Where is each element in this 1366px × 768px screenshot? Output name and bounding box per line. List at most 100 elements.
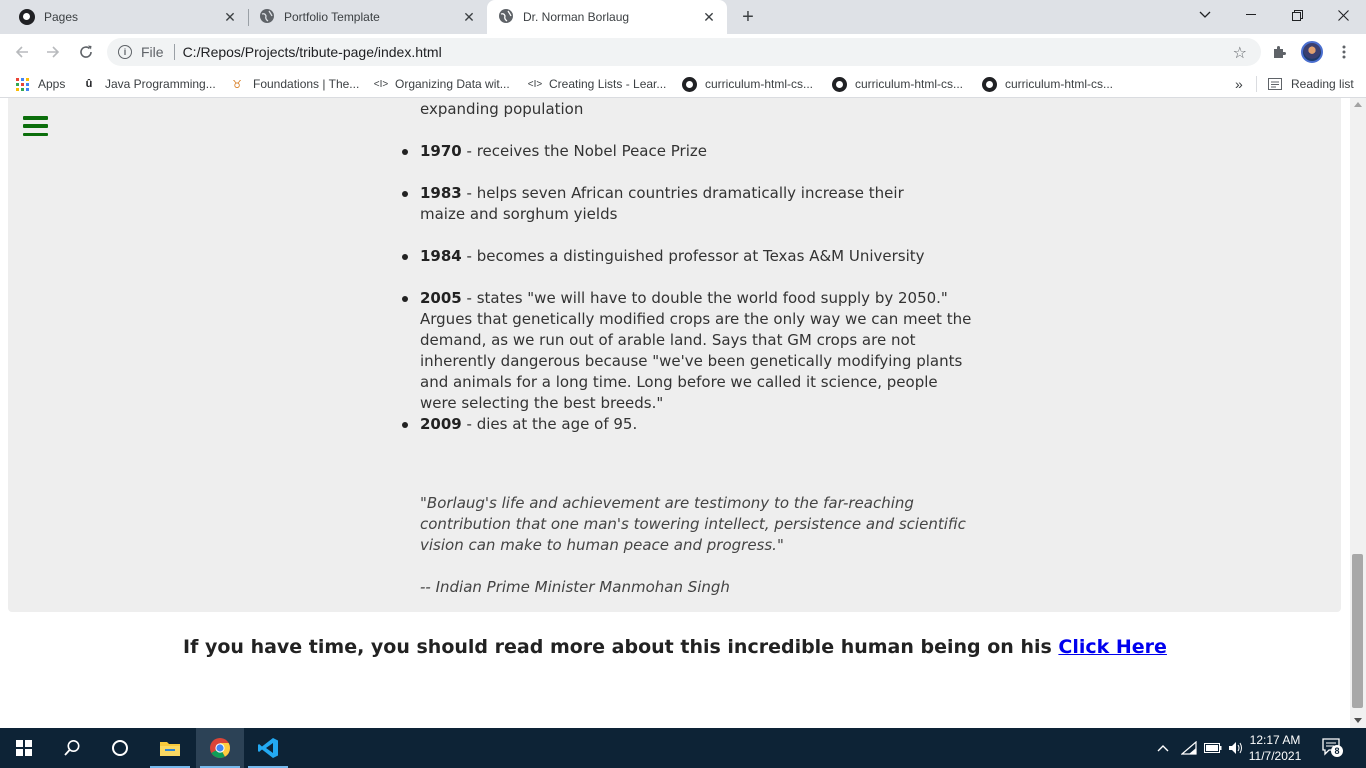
start-button[interactable] [0, 728, 48, 768]
tab-search-icon[interactable] [1182, 0, 1228, 30]
folder-icon [160, 742, 180, 756]
timeline-year: 2009 [420, 415, 462, 433]
tab-pages[interactable]: Pages ✕ [0, 0, 248, 34]
info-icon[interactable]: i [118, 45, 132, 59]
minimize-button[interactable] [1228, 0, 1274, 30]
timeline-text: - dies at the age of 95. [461, 415, 638, 433]
timeline-year: 1983 [420, 184, 462, 202]
clock-time: 12:17 AM [1249, 733, 1301, 747]
bookmark-organizing-data[interactable]: <I> Organizing Data wit... [373, 75, 510, 93]
code-icon: <I> [527, 78, 543, 90]
bookmark-label: curriculum-html-cs... [705, 77, 814, 91]
scrollbar-thumb[interactable] [1352, 554, 1363, 708]
reading-list-icon [1267, 76, 1283, 92]
globe-icon [259, 8, 275, 27]
odin-icon: ♉ [232, 78, 242, 91]
bookmark-label: Java Programming... [105, 77, 216, 91]
bookmark-label: Foundations | The... [253, 77, 360, 91]
timeline-year: 1984 [420, 247, 462, 265]
tab-title: Pages [44, 10, 79, 24]
bookmarks-divider [1256, 76, 1257, 92]
profile-avatar[interactable] [1301, 41, 1323, 63]
bookmark-label: curriculum-html-cs... [1005, 77, 1114, 91]
address-bar[interactable]: i File C:/Repos/Projects/tribute-page/in… [107, 38, 1261, 66]
timeline-year: 2005 [420, 289, 462, 307]
read-more-text: If you have time, you should read more a… [183, 636, 1059, 658]
github-icon [831, 76, 847, 92]
forward-button[interactable] [40, 39, 66, 65]
close-tab-icon[interactable]: ✕ [461, 9, 477, 25]
new-tab-button[interactable]: + [737, 6, 759, 28]
globe-icon [498, 8, 514, 27]
bookmark-label: curriculum-html-cs... [855, 77, 964, 91]
show-hidden-icons-button[interactable] [1157, 728, 1169, 768]
timeline-text: - receives the Nobel Peace Prize [461, 142, 707, 160]
vertical-scrollbar[interactable] [1350, 98, 1366, 728]
close-tab-icon[interactable]: ✕ [701, 9, 717, 25]
system-clock[interactable]: 12:17 AM 11/7/2021 [1240, 732, 1310, 764]
url-text[interactable]: C:/Repos/Projects/tribute-page/index.htm… [183, 44, 442, 60]
reading-list-button[interactable]: Reading list [1267, 75, 1354, 93]
bookmark-creating-lists[interactable]: <I> Creating Lists - Lear... [527, 75, 667, 93]
reading-list-label: Reading list [1291, 77, 1354, 91]
bookmarks-overflow-button[interactable]: » [1235, 75, 1243, 93]
timeline-item: 2005 - states "we will have to double th… [402, 288, 972, 414]
vscode-icon [258, 738, 278, 758]
bookmark-curriculum-3[interactable]: curriculum-html-cs... [981, 75, 1113, 93]
read-more-sentence: If you have time, you should read more a… [0, 636, 1350, 658]
notification-center-button[interactable]: 8 [1322, 737, 1343, 757]
search-icon [64, 740, 80, 756]
search-button[interactable] [48, 728, 96, 768]
tab-portfolio-template[interactable]: Portfolio Template ✕ [249, 0, 487, 34]
tab-dr-norman-borlaug[interactable]: Dr. Norman Borlaug ✕ [487, 0, 727, 34]
battery-icon[interactable] [1204, 728, 1222, 768]
bookmark-java-programming[interactable]: û Java Programming... [81, 75, 216, 93]
extensions-puzzle-icon[interactable] [1268, 41, 1290, 63]
vscode-taskbar-button[interactable] [244, 728, 292, 768]
file-explorer-button[interactable] [146, 728, 194, 768]
cortana-button[interactable] [96, 728, 144, 768]
windows-logo-icon [16, 740, 32, 756]
clock-date: 11/7/2021 [1248, 749, 1302, 763]
back-button[interactable] [9, 39, 35, 65]
hamburger-menu-icon[interactable] [23, 116, 48, 136]
timeline-text: - states "we will have to double the wor… [420, 289, 972, 412]
borlaug-quote: "Borlaug's life and achievement are test… [420, 494, 966, 554]
restore-button[interactable] [1274, 0, 1320, 30]
timeline-item: 2009 - dies at the age of 95. [402, 414, 980, 435]
bookmark-label: Apps [38, 77, 66, 91]
timeline-item: 1970 - receives the Nobel Peace Prize [402, 141, 980, 162]
bookmark-star-icon[interactable]: ☆ [1233, 43, 1247, 63]
tab-title: Dr. Norman Borlaug [523, 10, 630, 24]
partial-timeline-text: expanding population [420, 100, 584, 118]
quote-author: -- Indian Prime Minister Manmohan Singh [420, 578, 730, 596]
scroll-down-arrow-icon[interactable] [1354, 718, 1362, 723]
close-tab-icon[interactable]: ✕ [222, 9, 238, 25]
read-more-link[interactable]: Click Here [1058, 636, 1167, 658]
bookmark-foundations[interactable]: ♉ Foundations | The... [229, 75, 359, 93]
bookmark-curriculum-1[interactable]: curriculum-html-cs... [681, 75, 813, 93]
network-icon[interactable] [1181, 728, 1197, 768]
cortana-circle-icon [112, 740, 128, 756]
scheme-label: File [141, 44, 164, 60]
code-icon: <I> [373, 78, 389, 90]
bookmark-label: Creating Lists - Lear... [549, 77, 667, 91]
notification-count-badge: 8 [1331, 745, 1343, 757]
more-menu-icon[interactable] [1333, 41, 1355, 63]
reload-button[interactable] [73, 39, 99, 65]
tab-title: Portfolio Template [284, 10, 380, 24]
windows-taskbar: 12:17 AM 11/7/2021 8 [0, 728, 1366, 768]
timeline-text: - becomes a distinguished professor at T… [461, 247, 925, 265]
apps-grid-icon [14, 76, 30, 92]
bookmark-curriculum-2[interactable]: curriculum-html-cs... [831, 75, 963, 93]
close-window-button[interactable] [1320, 0, 1366, 30]
tab-strip: Pages ✕ Portfolio Template ✕ Dr. Norman … [0, 0, 1366, 34]
chrome-icon [210, 738, 230, 758]
scroll-up-arrow-icon[interactable] [1354, 102, 1362, 107]
bookmark-label: Organizing Data wit... [395, 77, 510, 91]
udemy-icon: û [85, 78, 93, 90]
chrome-taskbar-button[interactable] [196, 728, 244, 768]
timeline-item: 1983 - helps seven African countries dra… [402, 183, 950, 225]
timeline-year: 1970 [420, 142, 462, 160]
bookmark-apps[interactable]: Apps [14, 75, 65, 93]
